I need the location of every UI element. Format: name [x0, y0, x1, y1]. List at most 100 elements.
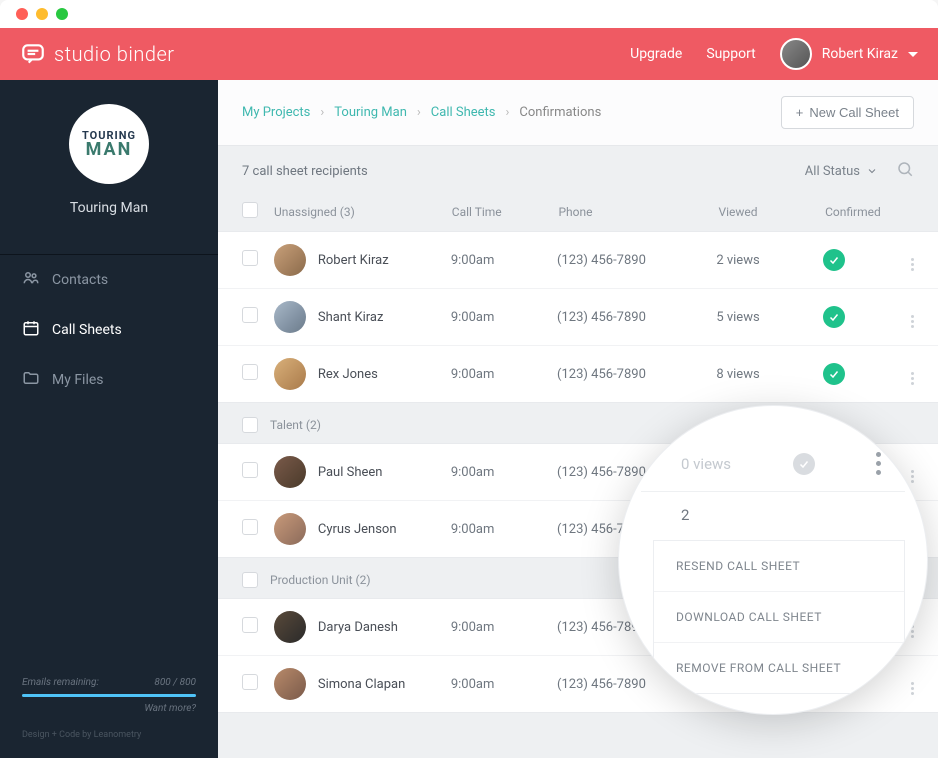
close-window-icon[interactable]: [16, 8, 28, 20]
row-checkbox[interactable]: [242, 364, 258, 380]
chevron-down-icon: [866, 165, 878, 177]
row-checkbox[interactable]: [242, 462, 258, 478]
window-chrome: [0, 0, 938, 28]
want-more-link[interactable]: Want more?: [22, 703, 196, 714]
row-viewed: 5 views: [716, 310, 822, 325]
column-header-confirmed: Confirmed: [825, 205, 914, 219]
row-viewed: 8 views: [716, 367, 822, 382]
maximize-window-icon[interactable]: [56, 8, 68, 20]
row-time: 9:00am: [451, 465, 557, 480]
sidebar-item-label: Contacts: [52, 272, 108, 288]
row-checkbox[interactable]: [242, 250, 258, 266]
row-more-button[interactable]: [876, 452, 887, 475]
breadcrumb-project[interactable]: Touring Man: [334, 105, 407, 120]
new-call-sheet-button[interactable]: + New Call Sheet: [781, 96, 914, 129]
status-filter-dropdown[interactable]: All Status: [805, 164, 878, 179]
avatar-icon: [274, 358, 306, 390]
table-header: Unassigned (3) Call Time Phone Viewed Co…: [218, 192, 938, 231]
row-name: Paul Sheen: [318, 465, 383, 480]
row-name: Simona Clapan: [318, 677, 405, 692]
zoom-callout: 0 views 2 RESEND CALL SHEET DOWNLOAD CAL…: [618, 405, 928, 715]
chevron-right-icon: ›: [417, 105, 421, 120]
brand-logo[interactable]: studio binder: [20, 41, 175, 67]
row-time: 9:00am: [451, 620, 557, 635]
table-row[interactable]: Shant Kiraz 9:00am (123) 456-7890 5 view…: [218, 289, 938, 346]
user-avatar-icon: [780, 38, 812, 70]
row-time: 9:00am: [451, 522, 557, 537]
select-all-checkbox[interactable]: [242, 202, 258, 218]
menu-item-download[interactable]: DOWNLOAD CALL SHEET: [654, 592, 904, 643]
chevron-right-icon: ›: [320, 105, 324, 120]
more-vertical-icon: [911, 315, 914, 328]
recipient-count: 7 call sheet recipients: [242, 164, 368, 179]
more-vertical-icon: [911, 258, 914, 271]
avatar-icon: [274, 244, 306, 276]
sidebar-item-my-files[interactable]: My Files: [0, 355, 218, 405]
row-actions-menu: RESEND CALL SHEET DOWNLOAD CALL SHEET RE…: [653, 540, 905, 694]
topbar: studio binder Upgrade Support Robert Kir…: [0, 28, 938, 80]
row-name: Darya Danesh: [318, 620, 398, 635]
row-checkbox[interactable]: [242, 617, 258, 633]
magnified-count: 2: [681, 506, 689, 524]
user-menu[interactable]: Robert Kiraz: [780, 38, 918, 70]
row-phone: (123) 456-7890: [557, 367, 716, 382]
row-name: Shant Kiraz: [318, 310, 384, 325]
row-viewed: 2 views: [716, 253, 822, 268]
row-phone: (123) 456-7890: [557, 253, 716, 268]
row-time: 9:00am: [451, 310, 557, 325]
checkmark-icon: [823, 363, 845, 385]
project-logo-icon: TOURING MAN: [69, 104, 149, 184]
row-more-button[interactable]: [911, 307, 914, 328]
breadcrumb-call-sheets[interactable]: Call Sheets: [431, 105, 496, 120]
avatar-icon: [274, 456, 306, 488]
nav-support[interactable]: Support: [706, 46, 755, 62]
minimize-window-icon[interactable]: [36, 8, 48, 20]
checkmark-icon: [793, 453, 815, 475]
column-header-call-time: Call Time: [452, 205, 559, 219]
column-header-viewed: Viewed: [718, 205, 825, 219]
brand-name: studio binder: [54, 42, 175, 66]
emails-remaining-label: Emails remaining:: [22, 677, 99, 688]
table-row[interactable]: Robert Kiraz 9:00am (123) 456-7890 2 vie…: [218, 232, 938, 289]
row-phone: (123) 456-7890: [557, 310, 716, 325]
breadcrumb-my-projects[interactable]: My Projects: [242, 105, 310, 120]
row-checkbox[interactable]: [242, 674, 258, 690]
row-name: Rex Jones: [318, 367, 378, 382]
contacts-icon: [22, 269, 40, 291]
checkmark-icon: [823, 306, 845, 328]
breadcrumb-current: Confirmations: [519, 105, 601, 120]
nav-upgrade[interactable]: Upgrade: [630, 46, 682, 62]
breadcrumb: My Projects › Touring Man › Call Sheets …: [242, 105, 601, 120]
sidebar-item-label: Call Sheets: [52, 322, 122, 338]
row-more-button[interactable]: [911, 364, 914, 385]
group-title-production: Production Unit (2): [270, 573, 371, 587]
emails-progress-bar: [22, 694, 196, 697]
checkmark-icon: [823, 249, 845, 271]
user-name: Robert Kiraz: [822, 46, 898, 62]
menu-item-resend[interactable]: RESEND CALL SHEET: [654, 541, 904, 592]
calendar-icon: [22, 319, 40, 341]
menu-item-remove[interactable]: REMOVE FROM CALL SHEET: [654, 643, 904, 693]
chat-bubble-icon: [20, 41, 46, 67]
row-checkbox[interactable]: [242, 519, 258, 535]
column-header-phone: Phone: [558, 205, 718, 219]
emails-remaining-value: 800 / 800: [154, 677, 196, 688]
row-checkbox[interactable]: [242, 307, 258, 323]
sidebar-item-contacts[interactable]: Contacts: [0, 255, 218, 305]
credit-text: Design + Code by Leanometry: [22, 730, 196, 740]
chevron-right-icon: ›: [506, 105, 510, 120]
sidebar-item-call-sheets[interactable]: Call Sheets: [0, 305, 218, 355]
plus-icon: +: [796, 105, 804, 120]
avatar-icon: [274, 611, 306, 643]
table-row[interactable]: Rex Jones 9:00am (123) 456-7890 8 views: [218, 346, 938, 402]
project-name: Touring Man: [0, 200, 218, 216]
select-group-checkbox[interactable]: [242, 572, 258, 588]
row-more-button[interactable]: [911, 250, 914, 271]
project-header[interactable]: TOURING MAN Touring Man: [0, 80, 218, 236]
column-header-name: Unassigned (3): [274, 205, 355, 219]
folder-icon: [22, 369, 40, 391]
row-time: 9:00am: [451, 367, 557, 382]
avatar-icon: [274, 668, 306, 700]
search-icon[interactable]: [896, 160, 914, 182]
select-group-checkbox[interactable]: [242, 417, 258, 433]
